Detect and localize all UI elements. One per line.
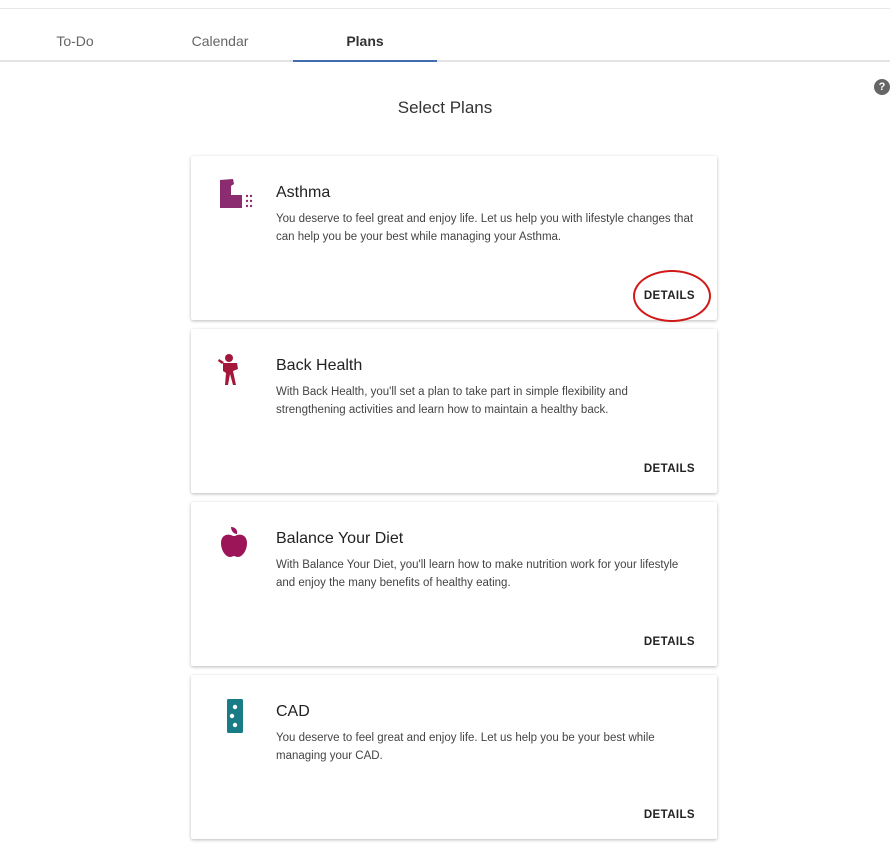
- details-button[interactable]: DETAILS: [644, 636, 695, 648]
- details-button[interactable]: DETAILS: [644, 809, 695, 821]
- plan-description: With Back Health, you'll set a plan to t…: [276, 386, 628, 416]
- plan-title: Back Health: [276, 357, 363, 374]
- inhaler-icon: [217, 178, 257, 218]
- plan-list: Asthma You deserve to feel great and enj…: [191, 156, 717, 848]
- plan-description: You deserve to feel great and enjoy life…: [276, 732, 655, 762]
- plan-card-asthma: Asthma You deserve to feel great and enj…: [191, 156, 717, 322]
- plan-title: Balance Your Diet: [276, 530, 404, 547]
- plan-card-balance-your-diet: Balance Your Diet With Balance Your Diet…: [191, 502, 717, 666]
- apple-icon: [217, 524, 257, 564]
- tab-to-do[interactable]: To-Do: [37, 8, 113, 60]
- help-icon[interactable]: ?: [874, 79, 890, 95]
- stretching-person-icon: [217, 351, 257, 391]
- annotation-circle: [633, 270, 711, 322]
- details-button[interactable]: DETAILS: [644, 463, 695, 475]
- heart-monitor-icon: [217, 697, 257, 737]
- plan-description: With Balance Your Diet, you'll learn how…: [276, 559, 679, 589]
- plan-title: CAD: [276, 703, 310, 720]
- tab-calendar[interactable]: Calendar: [180, 8, 260, 60]
- plan-description: You deserve to feel great and enjoy life…: [276, 213, 694, 243]
- tab-bar: To-Do Calendar Plans: [0, 8, 890, 62]
- plan-title: Asthma: [276, 184, 331, 201]
- plan-card-back-health: Back Health With Back Health, you'll set…: [191, 329, 717, 493]
- page-title: Select Plans: [397, 98, 493, 117]
- plan-card-cad: CAD You deserve to feel great and enjoy …: [191, 675, 717, 839]
- tab-plans[interactable]: Plans: [293, 8, 437, 62]
